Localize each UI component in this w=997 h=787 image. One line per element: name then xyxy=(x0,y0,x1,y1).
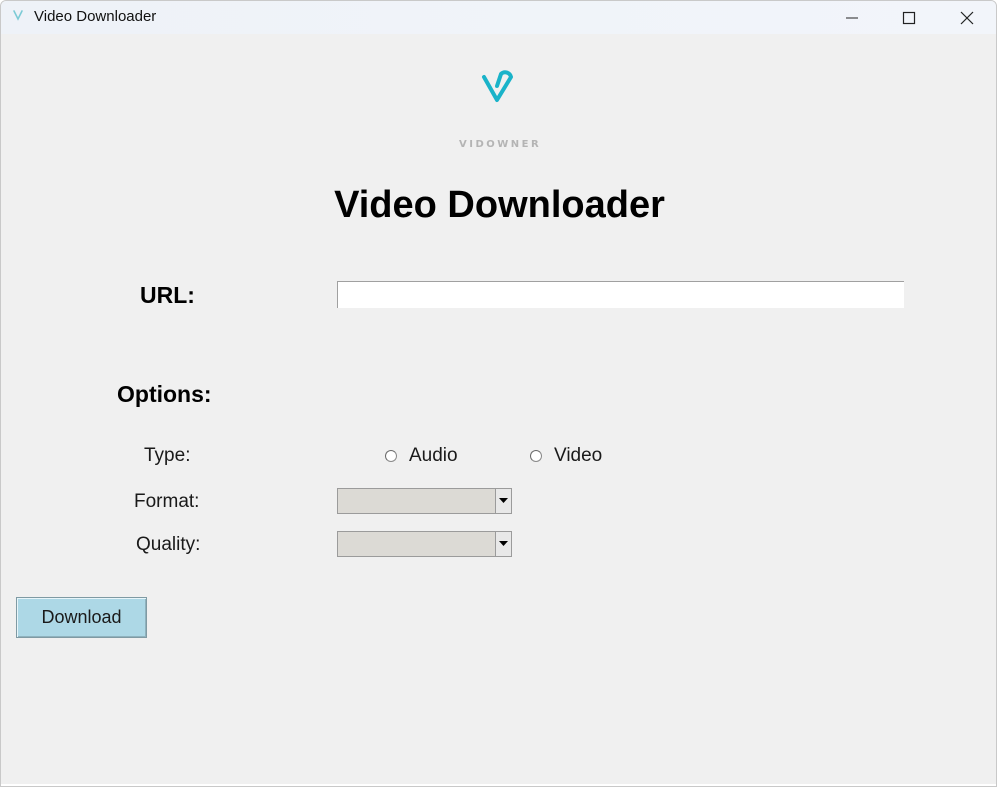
main-panel: VIDOWNER Video Downloader URL: Options: … xyxy=(1,34,996,786)
video-radio-label: Video xyxy=(554,445,603,466)
radio-circle-icon[interactable] xyxy=(385,450,397,462)
title-bar[interactable]: Video Downloader xyxy=(1,1,996,34)
quality-label: Quality: xyxy=(136,534,201,555)
options-heading: Options: xyxy=(117,381,212,407)
vidowner-app-icon xyxy=(12,9,24,23)
quality-dropdown[interactable] xyxy=(337,531,512,557)
audio-radio[interactable]: Audio xyxy=(385,445,458,467)
close-button[interactable] xyxy=(944,1,990,34)
format-dropdown[interactable] xyxy=(337,488,512,514)
close-icon xyxy=(960,11,974,25)
audio-radio-label: Audio xyxy=(409,445,458,466)
logo-wordmark: VIDOWNER xyxy=(459,139,542,150)
app-window: Video Downloader VIDOWNER Video Download… xyxy=(0,0,997,787)
maximize-icon xyxy=(902,11,916,25)
format-label: Format: xyxy=(134,491,200,512)
minimize-icon xyxy=(845,11,859,25)
video-radio[interactable]: Video xyxy=(530,445,602,467)
page-title: Video Downloader xyxy=(334,184,665,226)
radio-circle-icon[interactable] xyxy=(530,450,542,462)
maximize-button[interactable] xyxy=(886,1,932,34)
minimize-button[interactable] xyxy=(829,1,875,34)
dropdown-arrow-icon[interactable] xyxy=(495,532,511,556)
url-label: URL: xyxy=(140,282,195,308)
download-button[interactable]: Download xyxy=(16,597,147,638)
type-label: Type: xyxy=(144,445,191,466)
window-title: Video Downloader xyxy=(34,8,157,25)
url-input[interactable] xyxy=(337,281,904,308)
vidowner-logo-icon xyxy=(457,70,541,120)
dropdown-arrow-icon[interactable] xyxy=(495,489,511,513)
